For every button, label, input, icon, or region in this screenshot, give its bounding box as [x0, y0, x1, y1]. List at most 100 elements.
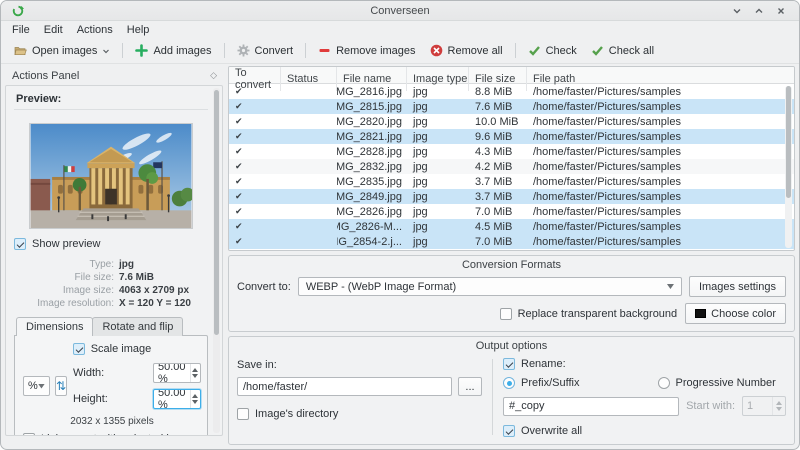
checkbox-box[interactable] — [503, 358, 515, 370]
row-check-icon[interactable]: ✔ — [235, 101, 243, 112]
tab-rotate-and-flip[interactable]: Rotate and flip — [92, 317, 184, 336]
info-row: Type: jpg — [14, 258, 208, 271]
table-header: To convert Status File name Image type File … — [229, 67, 794, 91]
info-value: jpg — [119, 259, 134, 270]
menu-file[interactable]: File — [5, 23, 37, 37]
save-in-input[interactable]: /home/faster/ — [237, 377, 452, 396]
info-label: Image size: — [62, 285, 114, 296]
spin-arrows[interactable] — [772, 397, 785, 415]
table-row[interactable]: ✔ IMG_2820.jpg jpg 10.0 MiB/home/faster/Pic… — [229, 114, 794, 129]
row-check-icon[interactable]: ✔ — [235, 236, 243, 247]
row-check-icon[interactable]: ✔ — [235, 116, 243, 127]
checkbox-box[interactable] — [23, 433, 35, 435]
row-check-icon[interactable]: ✔ — [235, 161, 243, 172]
convert-button[interactable]: Convert — [230, 41, 301, 60]
table-cell: jpg — [413, 160, 428, 173]
checkbox-box[interactable] — [72, 343, 85, 355]
table-cell: IMG_2849.jpg — [337, 190, 402, 203]
checkbox-box[interactable] — [503, 425, 515, 437]
link-aspect-checkbox[interactable]: Link aspect with selected image — [23, 433, 201, 435]
show-preview-checkbox[interactable]: Show preview — [14, 238, 208, 250]
info-label: Image resolution: — [37, 298, 114, 309]
table-cell: IMG_2820.jpg — [337, 115, 402, 128]
table-row[interactable]: ✔ IMG_2815.jpg jpg 7.6 MiB/home/faster/Pict… — [229, 99, 794, 114]
toolbar-separator — [223, 43, 225, 58]
status-bar — [1, 436, 799, 449]
table-cell: /home/faster/Pictures/samples — [533, 220, 681, 233]
table-row[interactable]: ✔ IMG_2826.jpg jpg 7.0 MiB/home/faster/Pict… — [229, 204, 794, 219]
spin-arrows[interactable] — [189, 364, 200, 382]
maximize-icon[interactable] — [753, 5, 765, 17]
spin-arrows[interactable] — [189, 390, 200, 408]
row-check-icon[interactable]: ✔ — [235, 146, 243, 157]
table-scrollbar[interactable] — [785, 86, 792, 248]
minus-icon — [319, 49, 330, 52]
tab-dimensions[interactable]: Dimensions — [16, 317, 94, 336]
table-cell: IMG_2832.jpg — [337, 160, 402, 173]
row-check-icon[interactable]: ✔ — [235, 221, 243, 232]
close-icon[interactable] — [775, 5, 787, 17]
check-button[interactable]: Check — [521, 41, 584, 60]
scale-image-checkbox[interactable]: Scale image — [72, 343, 151, 355]
table-row[interactable]: ✔ IMG_2828.jpg jpg 4.3 MiB/home/faster/Pict… — [229, 144, 794, 159]
images-directory-checkbox[interactable]: Image's directory — [237, 408, 482, 420]
progressive-number-radio[interactable] — [657, 377, 670, 389]
info-value: X = 120 Y = 120 — [119, 298, 191, 309]
swap-dimensions-button[interactable]: ⇅ — [54, 376, 67, 396]
chevron-down-icon — [666, 284, 674, 289]
table-cell: jpg — [413, 100, 428, 113]
float-panel-icon[interactable]: ◇ — [210, 70, 217, 81]
preview-heading: Preview: — [14, 91, 208, 110]
row-check-icon[interactable]: ✔ — [235, 176, 243, 187]
browse-button[interactable]: ... — [458, 377, 482, 396]
row-check-icon[interactable]: ✔ — [235, 206, 243, 217]
info-row: Image size: 4063 x 2709 px — [14, 284, 208, 297]
unit-select[interactable]: % — [23, 376, 50, 396]
menu-actions[interactable]: Actions — [70, 23, 120, 37]
panel-scrollbar[interactable] — [213, 88, 220, 433]
format-select[interactable]: WEBP - (WebP Image Format) — [297, 277, 682, 296]
table-row[interactable]: ✔ IMG_2849.jpg jpg 3.7 MiB/home/faster/Pict… — [229, 189, 794, 204]
table-cell: jpg — [413, 145, 428, 158]
check-all-button[interactable]: Check all — [584, 41, 661, 60]
table-cell: jpg — [413, 175, 428, 188]
start-with-spinbox[interactable]: 1 — [742, 396, 786, 416]
color-swatch-icon — [695, 309, 707, 318]
table-row[interactable]: ✔ IMG_2821.jpg jpg 9.6 MiB/home/faster/Pict… — [229, 129, 794, 144]
row-check-icon[interactable]: ✔ — [235, 131, 243, 142]
prefix-suffix-radio[interactable] — [503, 377, 515, 389]
open-images-button[interactable]: Open images — [7, 41, 117, 60]
image-info: Type: jpg File size: 7.6 MiB Image size: 4063… — [14, 258, 208, 310]
row-check-icon[interactable]: ✔ — [235, 86, 243, 97]
add-images-button[interactable]: Add images — [128, 41, 218, 60]
table-cell: /home/faster/Pictures/samples — [533, 235, 681, 248]
checkbox-box[interactable] — [14, 238, 26, 250]
info-value: 7.6 MiB — [119, 272, 155, 283]
menu-edit[interactable]: Edit — [37, 23, 70, 37]
minimize-icon[interactable] — [731, 5, 743, 17]
main-area: To convert Status File name Image type File … — [228, 66, 795, 445]
width-spinbox[interactable]: 50.00 % — [153, 363, 201, 383]
table-row[interactable]: ✔ IMG_2835.jpg jpg 3.7 MiB/home/faster/Pict… — [229, 174, 794, 189]
table-cell — [281, 84, 337, 99]
menu-help[interactable]: Help — [120, 23, 157, 37]
table-row[interactable]: ✔ IMG_2832.jpg jpg 4.2 MiB/home/faster/Pict… — [229, 159, 794, 174]
info-row: File size: 7.6 MiB — [14, 271, 208, 284]
remove-images-button[interactable]: Remove images — [311, 41, 422, 60]
height-spinbox[interactable]: 50.00 % — [153, 389, 201, 409]
table-cell: jpg — [413, 130, 428, 143]
rename-checkbox[interactable]: Rename: — [503, 358, 786, 370]
table-row[interactable]: ✔ IMG_2854-2.j... jpg 7.0 MiB/home/faster/P… — [229, 234, 794, 249]
remove-all-button[interactable]: Remove all — [423, 41, 510, 60]
checkbox-box[interactable] — [237, 408, 249, 420]
table-cell: jpg — [413, 220, 428, 233]
table-row[interactable]: ✔ IMG_2816.jpg jpg 8.8 MiB/home/faster/Pict… — [229, 84, 794, 99]
table-row[interactable]: ✔ IMG_2826-M... jpg 4.5 MiB/home/faster/Pic… — [229, 219, 794, 234]
replace-transparent-checkbox[interactable]: Replace transparent background — [499, 307, 677, 320]
row-check-icon[interactable]: ✔ — [235, 191, 243, 202]
choose-color-button[interactable]: Choose color — [685, 303, 786, 324]
rename-pattern-input[interactable]: #_copy — [503, 396, 680, 416]
images-settings-button[interactable]: Images settings — [688, 276, 786, 297]
table-cell: 9.6 MiB — [475, 130, 513, 143]
checkbox-box[interactable] — [499, 307, 512, 320]
